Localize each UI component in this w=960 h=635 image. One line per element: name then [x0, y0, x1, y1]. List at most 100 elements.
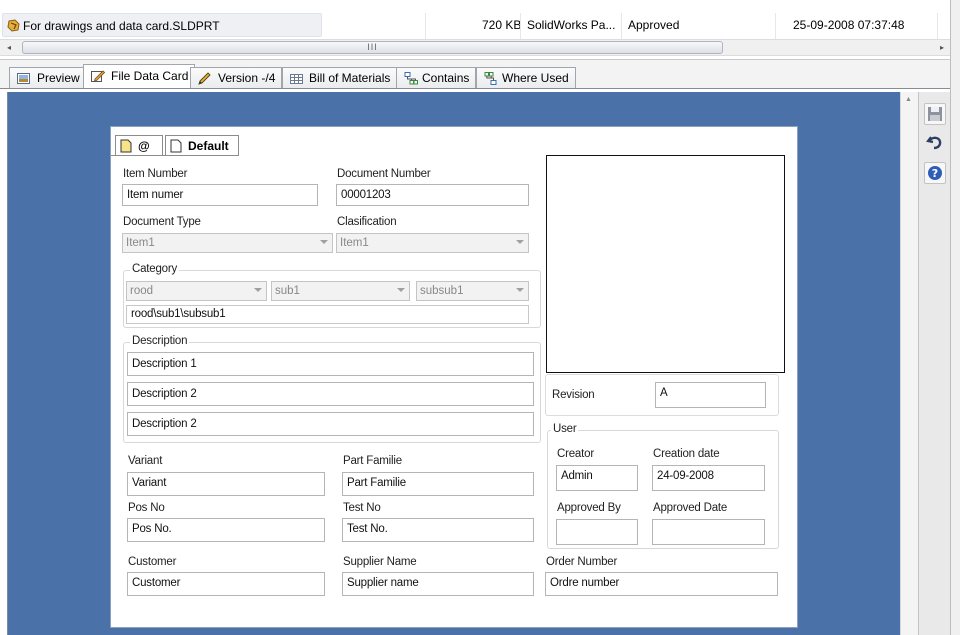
tab-label: Preview [37, 71, 80, 85]
scrollbar-grip: III [367, 42, 378, 52]
card-tab-at[interactable]: @ [115, 135, 163, 155]
file-type: SolidWorks Pa... [527, 18, 616, 32]
save-button[interactable] [924, 103, 946, 125]
tab-bill-of-materials[interactable]: Bill of Materials [282, 67, 398, 89]
document-number-label: Document Number [337, 168, 431, 180]
revision-field[interactable]: A [655, 382, 766, 408]
dropdown-arrow-icon [254, 288, 262, 292]
tab-bar-divider [0, 88, 950, 89]
approved-date-label: Approved Date [653, 502, 728, 514]
category-level3-select[interactable]: subsub1 [416, 281, 529, 301]
card-tab-default[interactable]: Default [165, 135, 239, 155]
card-toolbar: ? [918, 92, 950, 635]
file-date: 25-09-2008 07:37:48 [793, 18, 905, 32]
document-number-field[interactable]: 00001203 [336, 184, 529, 206]
scroll-right-arrow-icon[interactable]: ▸ [935, 40, 949, 55]
pos-no-field[interactable]: Pos No. [127, 518, 325, 542]
file-name-cell[interactable]: For drawings and data card.SLDPRT [2, 13, 322, 37]
help-button[interactable]: ? [924, 162, 946, 184]
solidworks-part-icon [7, 19, 20, 32]
customer-label: Customer [128, 556, 177, 568]
tab-label: Bill of Materials [309, 71, 391, 85]
where-used-tree-icon [484, 72, 497, 85]
creator-field[interactable]: Admin [556, 465, 638, 491]
dropdown-arrow-icon [397, 288, 405, 292]
tab-file-data-card[interactable]: File Data Card [83, 64, 196, 89]
dropdown-arrow-icon [516, 240, 524, 244]
tab-where-used[interactable]: Where Used [476, 67, 576, 89]
tab-label: Where Used [502, 71, 569, 85]
help-icon: ? [928, 166, 942, 180]
description-line-3-field[interactable]: Description 2 [127, 412, 534, 436]
clasification-label: Clasification [337, 216, 397, 228]
item-number-field[interactable]: Item numer [122, 184, 318, 206]
svg-text:?: ? [932, 167, 938, 180]
scroll-left-arrow-icon[interactable]: ◂ [2, 40, 16, 55]
tab-label: File Data Card [111, 69, 189, 83]
window-frame [950, 0, 960, 635]
pos-no-label: Pos No [128, 502, 165, 514]
undo-icon [926, 136, 942, 150]
creator-label: Creator [557, 448, 594, 460]
variant-field[interactable]: Variant [127, 472, 325, 496]
tab-version[interactable]: Version -/4 [190, 67, 283, 89]
supplier-name-field[interactable]: Supplier name [342, 572, 534, 596]
save-icon [928, 107, 942, 121]
preview-image-box [546, 155, 785, 373]
user-label: User [551, 423, 579, 435]
approved-date-field[interactable] [652, 519, 765, 545]
clasification-select[interactable]: Item1 [336, 233, 529, 253]
creation-date-field[interactable]: 24-09-2008 [652, 465, 765, 491]
table-icon [290, 74, 303, 84]
description-line-1-field[interactable]: Description 1 [127, 352, 534, 376]
card-tab-at-label: @ [138, 139, 150, 153]
tab-label: Contains [422, 71, 470, 85]
scroll-up-arrow-icon[interactable]: ▲ [905, 96, 912, 103]
tab-bar: Preview File Data Card Version -/4 Bill … [0, 59, 960, 89]
approved-by-label: Approved By [557, 502, 621, 514]
item-number-label: Item Number [123, 168, 188, 180]
file-state: Approved [628, 18, 680, 32]
part-familie-label: Part Familie [343, 455, 402, 467]
file-data-card-form: @ Default Item Number Item numer Documen… [110, 126, 798, 628]
dropdown-arrow-icon [516, 288, 524, 292]
card-tab-divider [111, 155, 239, 156]
undo-button[interactable] [924, 131, 946, 153]
tab-preview[interactable]: Preview [9, 67, 87, 89]
preview-icon [17, 73, 30, 84]
file-name: For drawings and data card.SLDPRT [23, 19, 220, 33]
document-type-value: Item1 [126, 237, 155, 249]
edit-card-icon [91, 70, 105, 82]
tab-label: Version -/4 [218, 71, 276, 85]
pencil-icon [198, 72, 211, 85]
supplier-name-label: Supplier Name [343, 556, 417, 568]
category-level2-select[interactable]: sub1 [271, 281, 410, 301]
vertical-scrollbar[interactable]: ▲ [900, 92, 918, 635]
customer-field[interactable]: Customer [127, 572, 325, 596]
card-tab-default-label: Default [188, 139, 229, 153]
contains-tree-icon [404, 72, 418, 85]
order-number-field[interactable]: Ordre number [545, 572, 778, 596]
category-level1-select[interactable]: rood [126, 281, 267, 301]
document-type-label: Document Type [123, 216, 201, 228]
dropdown-arrow-icon [320, 240, 328, 244]
description-label: Description [130, 335, 190, 347]
document-type-select[interactable]: Item1 [122, 233, 333, 253]
test-no-label: Test No [343, 502, 381, 514]
file-size: 720 KB [482, 18, 522, 32]
scrollbar-thumb[interactable]: III [22, 41, 723, 54]
horizontal-scrollbar[interactable]: ◂ III ▸ [0, 39, 960, 56]
file-list-row[interactable]: For drawings and data card.SLDPRT 720 KB… [0, 13, 960, 50]
category-path-field[interactable]: rood\sub1\subsub1 [126, 305, 529, 324]
category-level2-value: sub1 [275, 285, 300, 297]
order-number-label: Order Number [546, 556, 618, 568]
test-no-field[interactable]: Test No. [342, 518, 534, 542]
approved-by-field[interactable] [556, 519, 638, 545]
tab-contains[interactable]: Contains [396, 67, 477, 89]
document-icon [120, 139, 132, 153]
part-familie-field[interactable]: Part Familie [342, 472, 534, 496]
category-label: Category [130, 263, 180, 275]
description-line-2-field[interactable]: Description 2 [127, 382, 534, 406]
category-level3-value: subsub1 [420, 285, 464, 297]
revision-label: Revision [552, 389, 595, 401]
